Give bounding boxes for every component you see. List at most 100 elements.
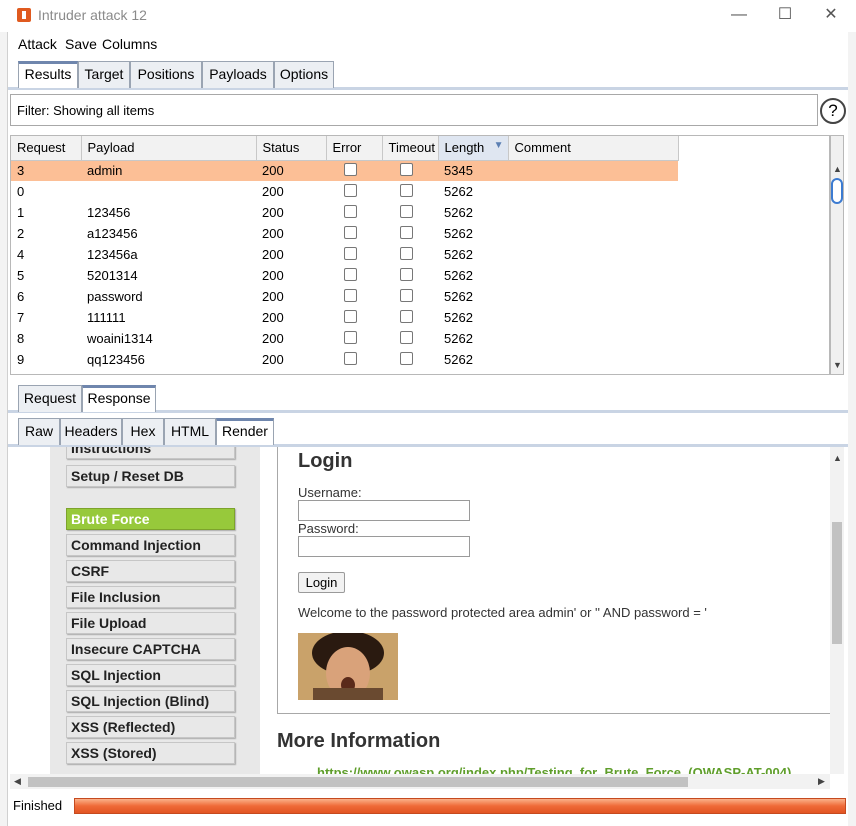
error-checkbox[interactable] (344, 183, 357, 197)
timeout-checkbox[interactable] (400, 162, 413, 176)
nav-csrf[interactable]: CSRF (66, 560, 235, 582)
column-timeout[interactable]: Timeout (382, 136, 439, 161)
filter-bar[interactable]: Filter: Showing all items (10, 94, 818, 126)
table-row[interactable]: 3 admin 200 5345 (11, 160, 678, 181)
table-row[interactable]: 0 200 5262 (11, 181, 678, 202)
error-checkbox[interactable] (344, 246, 357, 260)
tab-html[interactable]: HTML (164, 418, 216, 445)
timeout-checkbox[interactable] (400, 225, 413, 239)
cell-payload: 123456a (87, 247, 138, 262)
error-checkbox[interactable] (344, 225, 357, 239)
nav-xss-stored[interactable]: XSS (Stored) (66, 742, 235, 764)
timeout-checkbox[interactable] (400, 246, 413, 260)
scroll-up-icon[interactable]: ▲ (833, 453, 842, 463)
tab-raw[interactable]: Raw (18, 418, 60, 445)
tab-hex[interactable]: Hex (122, 418, 164, 445)
cell-length: 5262 (444, 289, 473, 304)
timeout-checkbox[interactable] (400, 288, 413, 302)
tab-results[interactable]: Results (18, 61, 78, 88)
render-horizontal-scrollbar[interactable]: ◀ ▶ (10, 774, 830, 789)
error-checkbox[interactable] (344, 309, 357, 323)
cell-error (326, 181, 382, 202)
scroll-left-icon[interactable]: ◀ (14, 776, 21, 787)
menu-attack[interactable]: Attack (18, 36, 57, 52)
error-checkbox[interactable] (344, 162, 357, 176)
column-length[interactable]: Length ▼ (438, 136, 509, 161)
table-row[interactable]: 1 123456 200 5262 (11, 202, 678, 223)
cell-error (326, 286, 382, 307)
timeout-checkbox[interactable] (400, 309, 413, 323)
filter-text: Filter: Showing all items (17, 103, 155, 118)
column-length-label: Length (444, 140, 485, 156)
tab-headers[interactable]: Headers (60, 418, 122, 445)
login-button[interactable]: Login (298, 572, 345, 593)
nav-xss-reflected[interactable]: XSS (Reflected) (66, 716, 235, 738)
close-button[interactable]: ✕ (816, 4, 846, 28)
tab-positions[interactable]: Positions (130, 61, 202, 88)
timeout-checkbox[interactable] (400, 183, 413, 197)
timeout-checkbox[interactable] (400, 351, 413, 365)
table-row[interactable]: 7 111111 200 5262 (11, 307, 678, 328)
nav-command-injection[interactable]: Command Injection (66, 534, 235, 556)
help-icon[interactable]: ? (820, 98, 846, 124)
table-row[interactable]: 5 5201314 200 5262 (11, 265, 678, 286)
cell-timeout (382, 307, 438, 328)
column-request[interactable]: Request (11, 136, 82, 161)
cell-error (326, 265, 382, 286)
cell-request: 7 (17, 310, 25, 325)
tab-payloads[interactable]: Payloads (202, 61, 274, 88)
horizontal-scroll-thumb[interactable] (28, 777, 688, 787)
table-scrollbar[interactable]: ▲ ▼ (830, 135, 844, 375)
table-row[interactable]: 9 qq123456 200 5262 (11, 349, 678, 370)
tab-request[interactable]: Request (18, 385, 82, 412)
table-row[interactable]: 6 password 200 5262 (11, 286, 678, 307)
cell-status: 200 (262, 331, 284, 346)
table-row[interactable]: 2 a123456 200 5262 (11, 223, 678, 244)
nav-insecure-captcha[interactable]: Insecure CAPTCHA (66, 638, 235, 660)
timeout-checkbox[interactable] (400, 204, 413, 218)
render-scroll-thumb[interactable] (832, 522, 842, 644)
table-scroll-thumb[interactable] (831, 178, 843, 204)
cell-status: 200 (262, 247, 284, 262)
column-status[interactable]: Status (256, 136, 327, 161)
tab-response[interactable]: Response (82, 385, 156, 412)
column-error[interactable]: Error (326, 136, 383, 161)
error-checkbox[interactable] (344, 204, 357, 218)
minimize-button[interactable]: — (724, 4, 754, 28)
nav-brute-force[interactable]: Brute Force (66, 508, 235, 530)
tab-target[interactable]: Target (78, 61, 130, 88)
scroll-up-icon[interactable]: ▲ (833, 164, 842, 174)
cell-comment (508, 328, 678, 349)
nav-file-upload[interactable]: File Upload (66, 612, 235, 634)
burp-app-icon (17, 8, 31, 22)
maximize-button[interactable]: ☐ (770, 4, 800, 28)
column-comment[interactable]: Comment (508, 136, 679, 161)
nav-setup-reset-db[interactable]: Setup / Reset DB (66, 465, 235, 487)
scroll-down-icon[interactable]: ▼ (833, 360, 842, 370)
cell-length: 5262 (444, 310, 473, 325)
table-row[interactable]: 4 123456a 200 5262 (11, 244, 678, 265)
nav-sql-injection[interactable]: SQL Injection (66, 664, 235, 686)
nav-instructions[interactable]: Instructions (66, 447, 235, 459)
error-checkbox[interactable] (344, 351, 357, 365)
cell-length: 5262 (444, 226, 473, 241)
render-vertical-scrollbar[interactable]: ▲ (830, 447, 844, 774)
nav-sql-injection-blind[interactable]: SQL Injection (Blind) (66, 690, 235, 712)
menu-save[interactable]: Save (65, 36, 97, 52)
username-input[interactable] (298, 500, 470, 521)
tab-options[interactable]: Options (274, 61, 334, 88)
error-checkbox[interactable] (344, 288, 357, 302)
column-payload[interactable]: Payload (81, 136, 257, 161)
table-row[interactable]: 8 woaini1314 200 5262 (11, 328, 678, 349)
tab-render[interactable]: Render (216, 418, 274, 445)
timeout-checkbox[interactable] (400, 330, 413, 344)
nav-file-inclusion[interactable]: File Inclusion (66, 586, 235, 608)
password-input[interactable] (298, 536, 470, 557)
error-checkbox[interactable] (344, 330, 357, 344)
timeout-checkbox[interactable] (400, 267, 413, 281)
error-checkbox[interactable] (344, 267, 357, 281)
menu-columns[interactable]: Columns (102, 36, 157, 52)
cell-timeout (382, 286, 438, 307)
cell-request: 9 (17, 352, 25, 367)
scroll-right-icon[interactable]: ▶ (818, 776, 825, 787)
